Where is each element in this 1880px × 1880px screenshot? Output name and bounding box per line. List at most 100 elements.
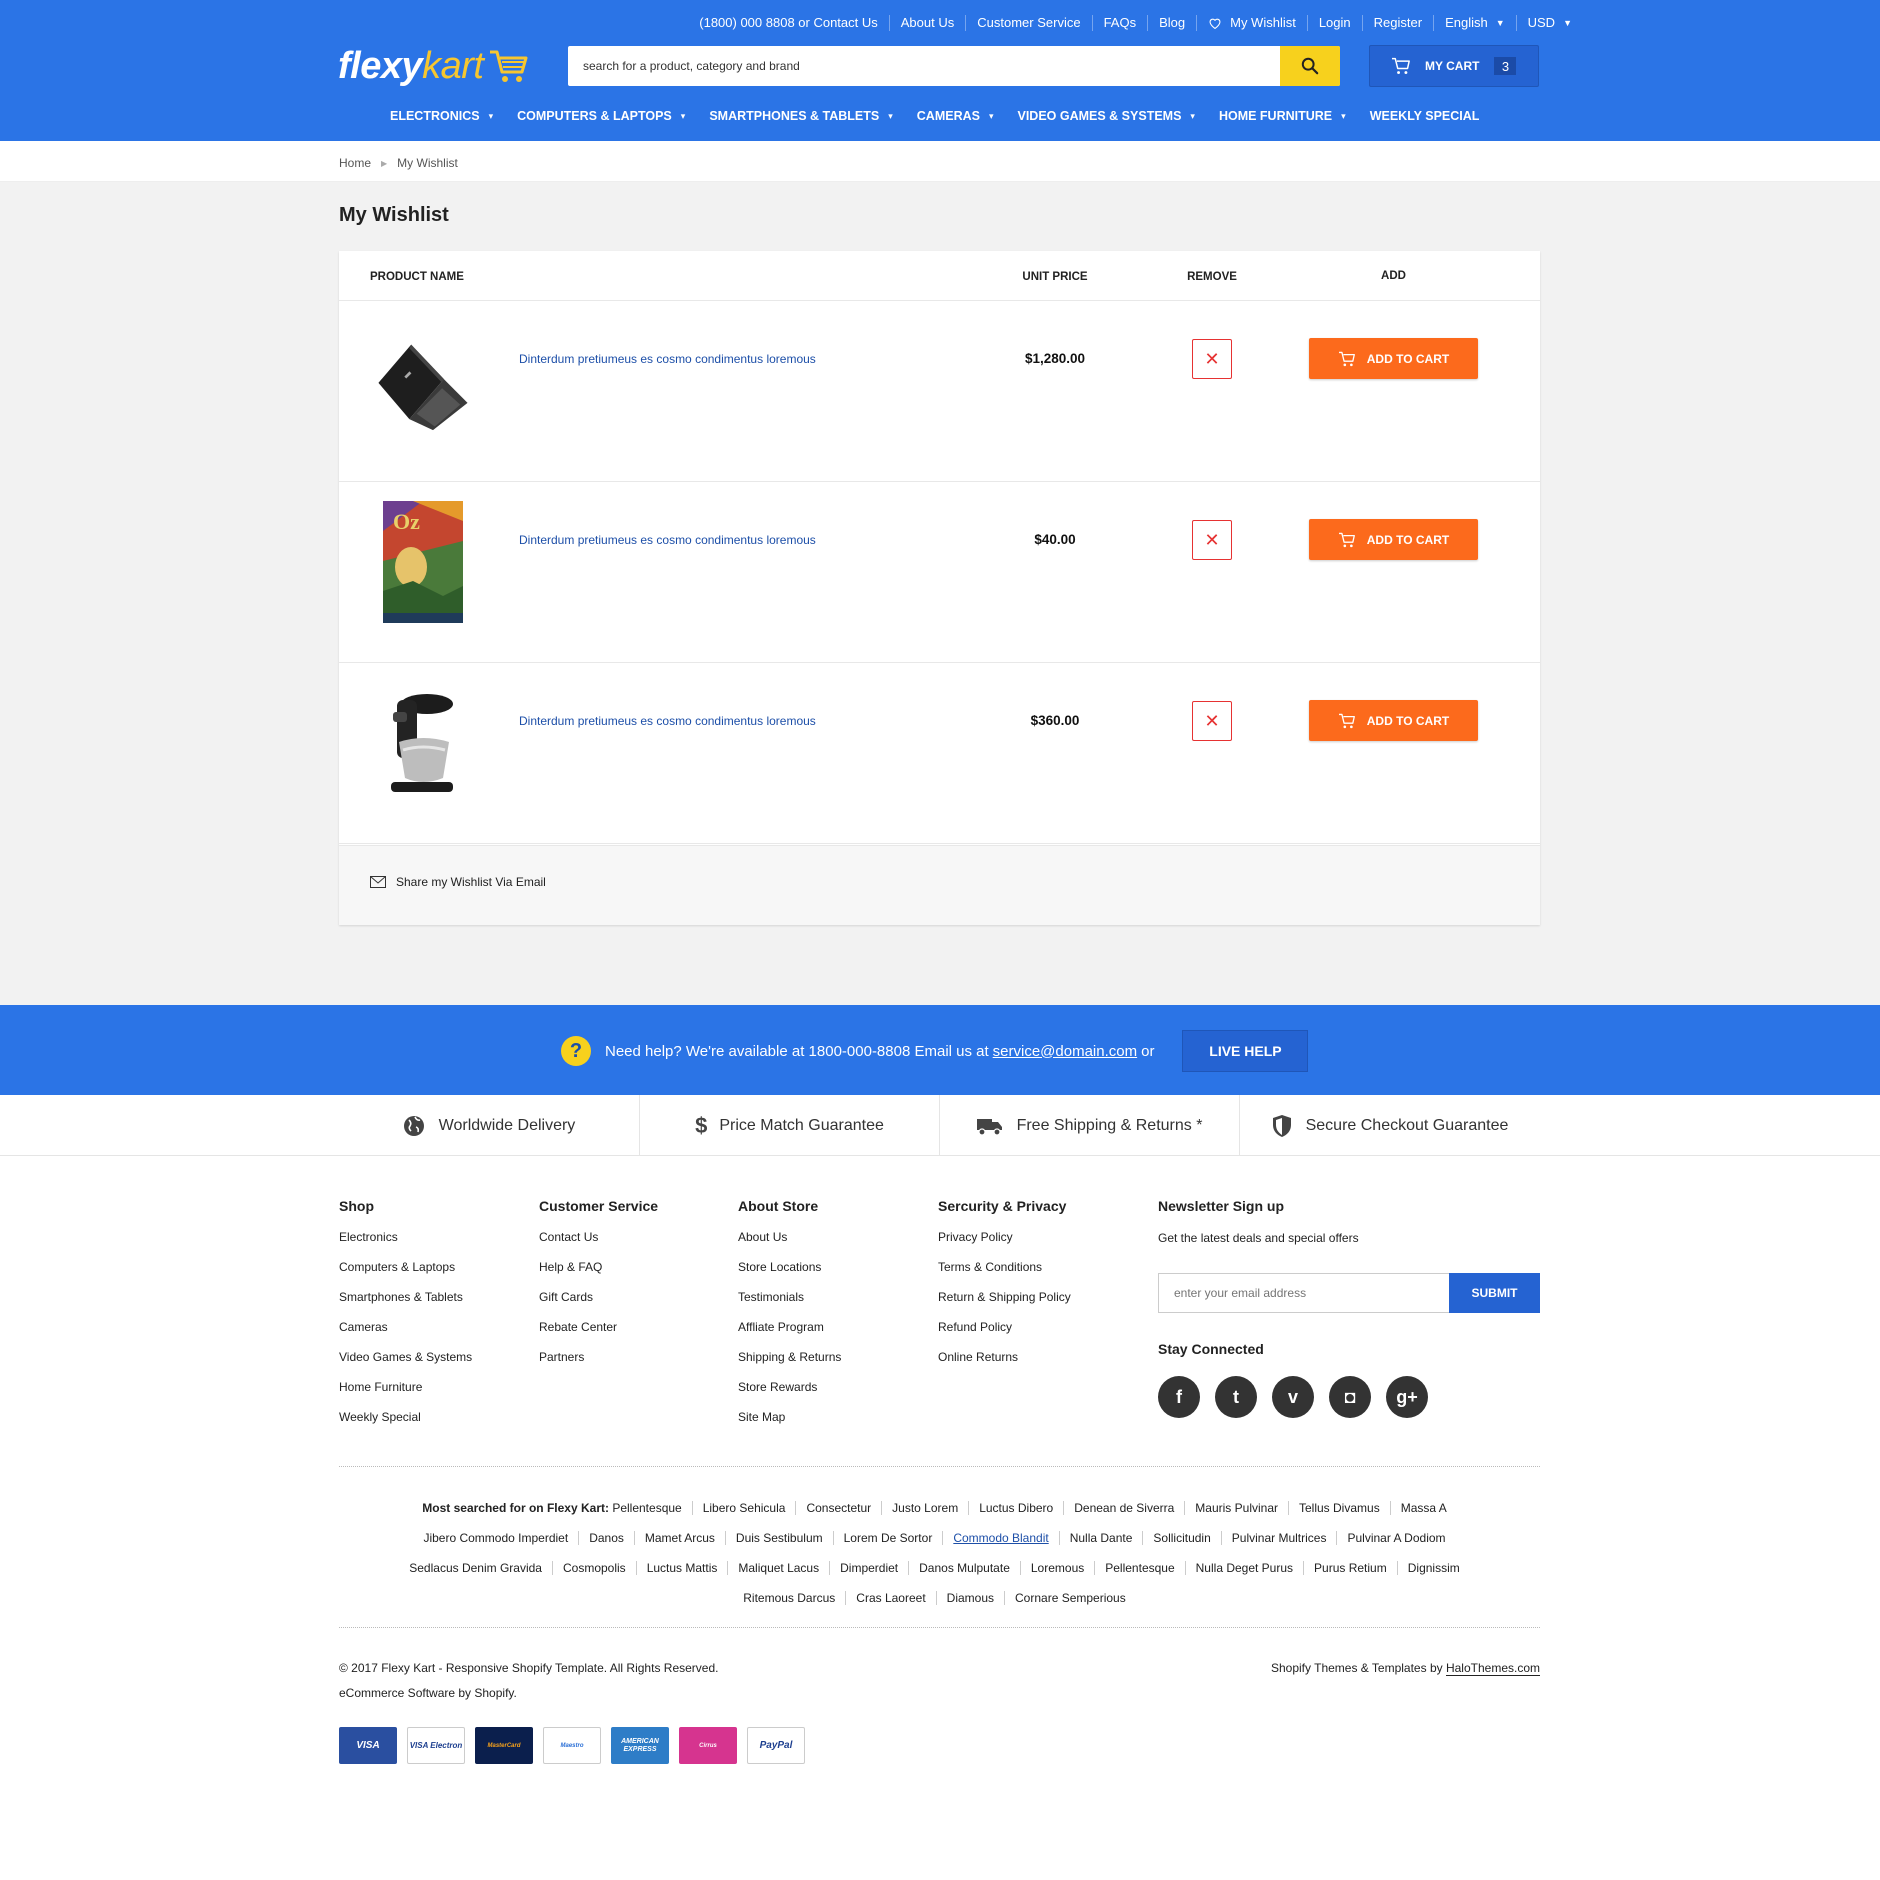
search-tag-link[interactable]: Pulvinar A Dodiom (1336, 1531, 1456, 1545)
footer-link[interactable]: Shipping & Returns (738, 1350, 841, 1380)
nav-item-electronics[interactable]: ELECTRONICS ▾ (390, 109, 493, 123)
search-tag-link[interactable]: Mauris Pulvinar (1184, 1501, 1288, 1515)
remove-button[interactable]: ✕ (1192, 520, 1232, 560)
search-input[interactable] (568, 46, 1279, 86)
vimeo-icon[interactable]: v (1272, 1376, 1314, 1418)
search-tag-link[interactable]: Commodo Blandit (942, 1531, 1059, 1545)
search-tag-link[interactable]: Denean de Siverra (1063, 1501, 1185, 1515)
newsletter-submit-button[interactable]: SUBMIT (1449, 1273, 1540, 1313)
footer-link[interactable]: Store Locations (738, 1260, 841, 1290)
facebook-icon[interactable]: f (1158, 1376, 1200, 1418)
search-tag-link[interactable]: Maliquet Lacus (727, 1561, 830, 1575)
footer-link[interactable]: Weekly Special (339, 1410, 472, 1440)
live-help-button[interactable]: LIVE HELP (1182, 1030, 1309, 1072)
search-tag-link[interactable]: Cosmopolis (551, 1561, 636, 1575)
footer-link[interactable]: Store Rewards (738, 1380, 841, 1410)
customer-service-link[interactable]: Customer Service (965, 15, 1091, 31)
laptop-image[interactable] (373, 331, 473, 431)
search-tag-link[interactable]: Pellentesque (1094, 1561, 1185, 1575)
blog-link[interactable]: Blog (1147, 15, 1196, 31)
faqs-link[interactable]: FAQs (1091, 15, 1148, 31)
breadcrumb-home[interactable]: Home (339, 156, 371, 170)
footer-link[interactable]: Terms & Conditions (938, 1260, 1071, 1290)
search-tag-link[interactable]: Danos Mulputate (908, 1561, 1020, 1575)
search-tag-link[interactable]: Purus Retium (1303, 1561, 1397, 1575)
footer-link[interactable]: Computers & Laptops (339, 1260, 472, 1290)
add-to-cart-button[interactable]: ADD TO CART (1309, 338, 1478, 379)
google-plus-icon[interactable]: g+ (1386, 1376, 1428, 1418)
login-link[interactable]: Login (1306, 15, 1362, 31)
footer-link[interactable]: Rebate Center (539, 1320, 658, 1350)
footer-link[interactable]: About Us (738, 1230, 841, 1260)
footer-link[interactable]: Home Furniture (339, 1380, 472, 1410)
halothemes-link[interactable]: HaloThemes.com (1445, 1661, 1540, 1676)
search-tag-link[interactable]: Nulla Deget Purus (1184, 1561, 1304, 1575)
search-tag-link[interactable]: Dignissim (1396, 1561, 1470, 1575)
nav-item-video-games-systems[interactable]: VIDEO GAMES & SYSTEMS ▾ (1018, 109, 1195, 123)
search-tag-link[interactable]: Pellentesque (612, 1501, 691, 1515)
instagram-icon[interactable]: ◘ (1329, 1376, 1371, 1418)
footer-link[interactable]: Partners (539, 1350, 658, 1380)
book-cover-image[interactable]: Oz (373, 501, 473, 623)
search-tag-link[interactable]: Pulvinar Multrices (1220, 1531, 1337, 1545)
footer-link[interactable]: Gift Cards (539, 1290, 658, 1320)
wishlist-link[interactable]: My Wishlist (1196, 15, 1307, 31)
add-to-cart-button[interactable]: ADD TO CART (1309, 700, 1478, 741)
search-tag-link[interactable]: Lorem De Sortor (832, 1531, 943, 1545)
footer-link[interactable]: Return & Shipping Policy (938, 1290, 1071, 1320)
search-tag-link[interactable]: Cornare Semperious (1004, 1591, 1136, 1605)
nav-item-computers-laptops[interactable]: COMPUTERS & LAPTOPS ▾ (517, 109, 685, 123)
search-button[interactable] (1280, 46, 1340, 86)
footer-link[interactable]: Testimonials (738, 1290, 841, 1320)
stand-mixer-image[interactable] (373, 693, 473, 793)
contact-link[interactable]: (1800) 000 8808 or Contact Us (688, 15, 889, 31)
remove-button[interactable]: ✕ (1192, 339, 1232, 379)
footer-link[interactable]: Refund Policy (938, 1320, 1071, 1350)
site-logo[interactable]: flexy kart (338, 42, 531, 90)
footer-link[interactable]: Site Map (738, 1410, 841, 1440)
twitter-icon[interactable]: t (1215, 1376, 1257, 1418)
search-tag-link[interactable]: Cras Laoreet (845, 1591, 936, 1605)
search-tag-link[interactable]: Ritemous Darcus (743, 1591, 845, 1605)
search-tag-link[interactable]: Sedlacus Denim Gravida (409, 1561, 552, 1575)
search-tag-link[interactable]: Dimperdiet (829, 1561, 909, 1575)
about-link[interactable]: About Us (888, 15, 965, 31)
product-name-link[interactable]: Dinterdum pretiumeus es cosmo condimentu… (519, 714, 816, 728)
search-tag-link[interactable]: Nulla Dante (1058, 1531, 1143, 1545)
search-tag-link[interactable]: Danos (578, 1531, 634, 1545)
footer-link[interactable]: Smartphones & Tablets (339, 1290, 472, 1320)
search-tag-link[interactable]: Libero Sehicula (691, 1501, 796, 1515)
nav-item-home-furniture[interactable]: HOME FURNITURE ▾ (1219, 109, 1346, 123)
newsletter-email-input[interactable] (1158, 1273, 1449, 1313)
footer-link[interactable]: Video Games & Systems (339, 1350, 472, 1380)
footer-link[interactable]: Contact Us (539, 1230, 658, 1260)
nav-item-smartphones-tablets[interactable]: SMARTPHONES & TABLETS ▾ (709, 109, 892, 123)
footer-link[interactable]: Privacy Policy (938, 1230, 1071, 1260)
footer-link[interactable]: Help & FAQ (539, 1260, 658, 1290)
search-tag-link[interactable]: Justo Lorem (881, 1501, 969, 1515)
help-email-link[interactable]: service@domain.com (993, 1043, 1137, 1060)
add-to-cart-button[interactable]: ADD TO CART (1309, 519, 1478, 560)
footer-link[interactable]: Affliate Program (738, 1320, 841, 1350)
search-tag-link[interactable]: Jibero Commodo Imperdiet (423, 1531, 578, 1545)
search-tag-link[interactable]: Sollicitudin (1142, 1531, 1221, 1545)
search-tag-link[interactable]: Massa A (1389, 1501, 1457, 1515)
nav-item-weekly-special[interactable]: WEEKLY SPECIAL (1370, 109, 1480, 123)
search-tag-link[interactable]: Tellus Divamus (1288, 1501, 1390, 1515)
register-link[interactable]: Register (1361, 15, 1433, 31)
product-name-link[interactable]: Dinterdum pretiumeus es cosmo condimentu… (519, 352, 816, 366)
search-tag-link[interactable]: Consectetur (795, 1501, 882, 1515)
my-cart-button[interactable]: MY CART 3 (1369, 45, 1539, 87)
language-selector[interactable]: English ▼ (1433, 15, 1516, 31)
product-name-link[interactable]: Dinterdum pretiumeus es cosmo condimentu… (519, 533, 816, 547)
remove-button[interactable]: ✕ (1192, 701, 1232, 741)
footer-link[interactable]: Online Returns (938, 1350, 1071, 1380)
nav-item-cameras[interactable]: CAMERAS ▾ (917, 109, 994, 123)
search-tag-link[interactable]: Luctus Mattis (635, 1561, 728, 1575)
search-tag-link[interactable]: Duis Sestibulum (724, 1531, 833, 1545)
search-tag-link[interactable]: Diamous (935, 1591, 1005, 1605)
search-tag-link[interactable]: Luctus Dibero (968, 1501, 1064, 1515)
footer-link[interactable]: Cameras (339, 1320, 472, 1350)
search-tag-link[interactable]: Loremous (1019, 1561, 1095, 1575)
currency-selector[interactable]: USD ▼ (1515, 15, 1583, 31)
